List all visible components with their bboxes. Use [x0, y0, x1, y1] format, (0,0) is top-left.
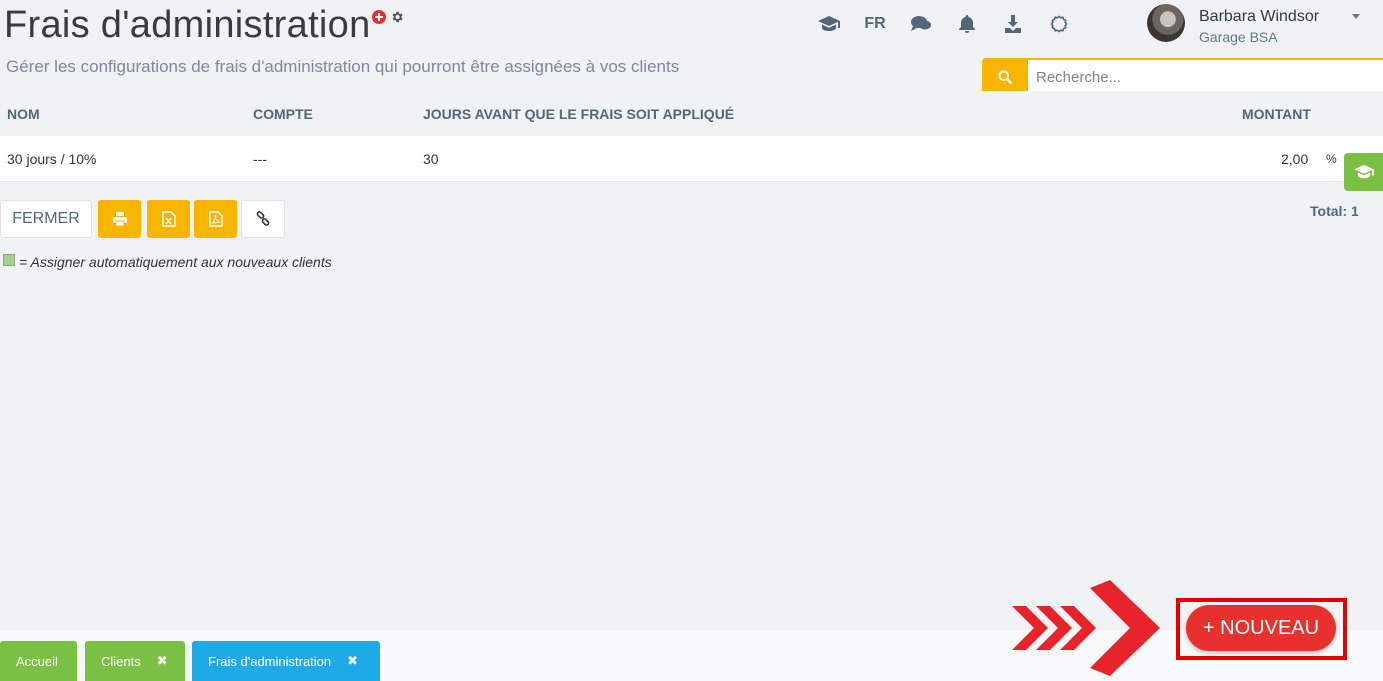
column-header-compte[interactable]: COMPTE	[253, 106, 313, 122]
legend-color-swatch	[3, 254, 15, 266]
table-row[interactable]	[0, 136, 1383, 182]
new-button[interactable]: + NOUVEAU	[1186, 605, 1336, 651]
gear-icon[interactable]	[390, 10, 404, 24]
link-button[interactable]	[241, 200, 285, 238]
legend-text: = Assigner automatiquement aux nouveaux …	[19, 254, 332, 270]
tutorial-button[interactable]	[1344, 153, 1383, 191]
cell-nom[interactable]: 30 jours / 10%	[7, 151, 97, 167]
link-icon	[256, 211, 270, 226]
user-name[interactable]: Barbara Windsor	[1199, 8, 1319, 26]
add-circle-icon[interactable]	[372, 10, 386, 24]
graduation-cap-icon[interactable]	[806, 12, 852, 36]
tab-label: Accueil	[16, 653, 58, 669]
close-icon[interactable]: ✖	[347, 653, 358, 669]
print-icon	[112, 212, 127, 227]
language-selector[interactable]: FR	[852, 12, 898, 36]
tab-clients[interactable]: Clients ✖	[85, 641, 185, 681]
excel-file-icon	[161, 211, 176, 227]
pdf-file-icon	[208, 211, 223, 227]
tab-label: Frais d'administration	[208, 653, 332, 669]
cell-compte: ---	[253, 151, 267, 167]
user-company: Garage BSA	[1199, 29, 1278, 45]
close-button[interactable]: FERMER	[0, 200, 92, 238]
chevron-down-icon[interactable]	[1352, 14, 1360, 19]
close-icon[interactable]: ✖	[157, 653, 168, 669]
cell-montant-unit: %	[1326, 152, 1337, 166]
export-excel-button[interactable]	[147, 200, 190, 238]
tab-label: Clients	[101, 653, 141, 669]
column-header-jours[interactable]: JOURS AVANT QUE LE FRAIS SOIT APPLIQUÉ	[423, 106, 734, 122]
page-subtitle: Gérer les configurations de frais d'admi…	[6, 57, 680, 76]
download-icon[interactable]	[990, 12, 1036, 36]
graduation-cap-icon	[1353, 164, 1374, 179]
tab-accueil[interactable]: Accueil	[0, 641, 77, 681]
arrow-annotation-icon	[1012, 580, 1160, 676]
avatar[interactable]	[1147, 4, 1185, 42]
column-header-nom[interactable]: NOM	[7, 106, 40, 122]
title-actions	[372, 10, 404, 24]
top-toolbar: FR	[806, 12, 1082, 36]
cell-montant: 2,00	[1281, 151, 1309, 167]
export-pdf-button[interactable]	[194, 200, 237, 238]
search-icon	[998, 70, 1012, 84]
chat-icon[interactable]	[898, 12, 944, 36]
page-title: Frais d'administration	[4, 4, 371, 46]
total-count: Total: 1	[1310, 203, 1359, 219]
column-header-montant[interactable]: MONTANT	[1242, 106, 1311, 122]
tab-frais-administration[interactable]: Frais d'administration ✖	[192, 641, 380, 681]
bell-icon[interactable]	[944, 12, 990, 36]
settings-gear-icon[interactable]	[1036, 12, 1082, 36]
cell-jours: 30	[423, 151, 439, 167]
print-button[interactable]	[98, 200, 141, 238]
